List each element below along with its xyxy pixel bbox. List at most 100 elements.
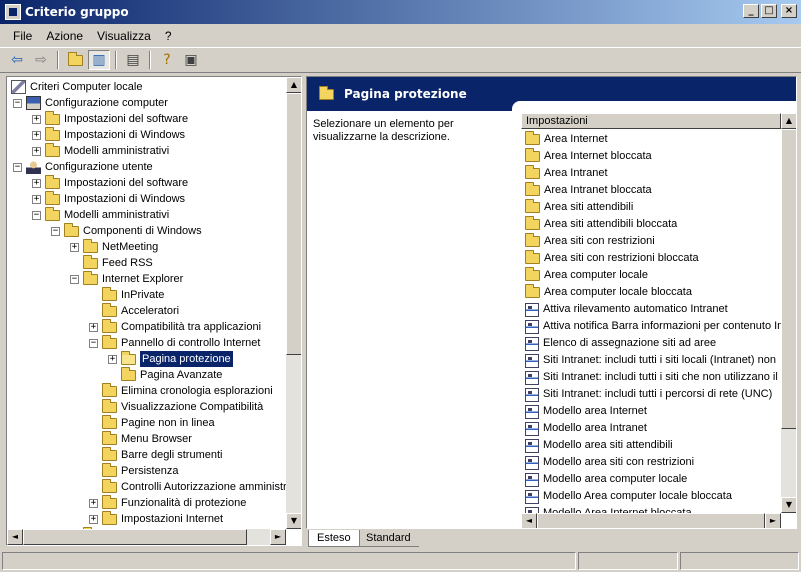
tree-node[interactable]: + Funzionalità di protezione bbox=[89, 494, 246, 511]
tree-node[interactable]: Controlli Autorizzazione amministr bbox=[89, 478, 287, 495]
tree-node[interactable]: − Componenti di Windows bbox=[51, 222, 202, 239]
scroll-up-button[interactable]: ▲ bbox=[286, 77, 301, 93]
expand-icon[interactable]: + bbox=[108, 354, 117, 364]
list-item[interactable]: Area siti con restrizioni bloccata bbox=[525, 250, 699, 267]
export-list-icon[interactable]: ▤ bbox=[122, 50, 144, 70]
collapse-icon[interactable]: − bbox=[13, 162, 22, 172]
up-folder-icon[interactable] bbox=[64, 50, 86, 70]
collapse-icon[interactable]: − bbox=[70, 274, 79, 284]
tree-node[interactable]: Acceleratori bbox=[89, 302, 179, 319]
scroll-left-button[interactable]: ◄ bbox=[521, 513, 537, 528]
scroll-right-button[interactable]: ► bbox=[270, 529, 286, 545]
tree-node[interactable]: − Configurazione computer bbox=[13, 95, 168, 111]
list-item[interactable]: Area Intranet bloccata bbox=[525, 182, 652, 199]
list-vertical-scrollbar[interactable]: ▲ ▼ bbox=[781, 113, 796, 513]
policy-app-icon[interactable] bbox=[5, 4, 21, 20]
tree-node[interactable]: + Impostazioni di Windows bbox=[32, 190, 185, 207]
show-action-pane-icon[interactable]: ▣ bbox=[180, 50, 202, 70]
expand-icon[interactable]: + bbox=[32, 194, 41, 204]
tree-node[interactable]: + Pagina protezione bbox=[108, 350, 234, 368]
console-tree[interactable]: Criteri Computer locale − Configurazione c… bbox=[6, 76, 302, 546]
tree-horizontal-scrollbar[interactable]: ◄ ► bbox=[7, 529, 286, 545]
tree-node[interactable]: + Compatibilità tra applicazioni bbox=[89, 318, 261, 335]
list-item[interactable]: Elenco di assegnazione siti ad aree bbox=[525, 335, 716, 352]
expand-icon[interactable]: + bbox=[89, 514, 98, 524]
tree-node[interactable]: + Impostazioni del software bbox=[32, 110, 188, 127]
expand-icon[interactable]: + bbox=[70, 242, 79, 252]
tab-esteso[interactable]: Esteso bbox=[308, 530, 360, 547]
scroll-left-button[interactable]: ◄ bbox=[7, 529, 23, 545]
menu-help[interactable]: ? bbox=[158, 29, 179, 43]
scroll-thumb[interactable] bbox=[286, 93, 301, 355]
tree-node[interactable]: − Configurazione utente bbox=[13, 159, 153, 175]
tree-node[interactable]: Persistenza bbox=[89, 462, 178, 479]
list-item[interactable]: Area siti attendibili bloccata bbox=[525, 216, 677, 233]
tree-node[interactable]: Visualizzazione Compatibilità bbox=[89, 398, 263, 415]
list-item[interactable]: Area Intranet bbox=[525, 165, 608, 182]
menu-file[interactable]: File bbox=[6, 29, 39, 43]
scroll-up-button[interactable]: ▲ bbox=[781, 113, 796, 129]
list-item[interactable]: Modello area Intranet bbox=[525, 420, 647, 437]
list-item[interactable]: Area siti attendibili bbox=[525, 199, 633, 216]
menu-azione[interactable]: Azione bbox=[39, 29, 90, 43]
scroll-thumb[interactable] bbox=[23, 529, 247, 545]
tree-node[interactable]: Barre degli strumenti bbox=[89, 446, 223, 463]
collapse-icon[interactable]: − bbox=[51, 226, 60, 236]
tree-node[interactable]: + Impostazioni del software bbox=[32, 174, 188, 191]
expand-icon[interactable]: + bbox=[32, 114, 41, 124]
tree-node[interactable]: + Modelli amministrativi bbox=[32, 142, 169, 159]
list-item[interactable]: Area computer locale bloccata bbox=[525, 284, 692, 301]
list-item[interactable]: Attiva rilevamento automatico Intranet bbox=[525, 301, 728, 318]
collapse-icon[interactable]: − bbox=[32, 210, 41, 220]
expand-icon[interactable]: + bbox=[89, 498, 98, 508]
list-item[interactable]: Modello area computer locale bbox=[525, 471, 687, 488]
list-item[interactable]: Siti Intranet: includi tutti i siti loca… bbox=[525, 352, 776, 369]
help-icon[interactable]: ? bbox=[156, 50, 178, 70]
list-item[interactable]: Attiva notifica Barra informazioni per c… bbox=[525, 318, 783, 335]
tree-node[interactable]: Elimina cronologia esplorazioni bbox=[89, 382, 273, 399]
tree-node[interactable]: − Pannello di controllo Internet bbox=[89, 334, 260, 351]
expand-icon[interactable]: + bbox=[89, 322, 98, 332]
close-button[interactable]: × bbox=[781, 4, 797, 18]
expand-icon[interactable]: + bbox=[32, 130, 41, 140]
collapse-icon[interactable]: − bbox=[13, 98, 22, 108]
tree-node[interactable]: + Impostazioni di Windows bbox=[32, 126, 185, 143]
tree-node[interactable]: + Impostazioni Internet bbox=[89, 510, 223, 527]
tree-node[interactable]: + NetMeeting bbox=[70, 238, 158, 255]
tree-node[interactable]: Menu Browser bbox=[89, 430, 192, 447]
list-item[interactable]: Area Internet bloccata bbox=[525, 148, 652, 165]
settings-list[interactable]: Impostazioni Area Internet Area Internet … bbox=[521, 113, 796, 528]
tree-node[interactable]: − Internet Explorer bbox=[70, 270, 183, 287]
list-item[interactable]: Modello area siti attendibili bbox=[525, 437, 673, 454]
tree-node[interactable]: Criteri Computer locale bbox=[11, 79, 142, 95]
list-horizontal-scrollbar[interactable]: ◄ ► bbox=[521, 513, 781, 528]
scroll-down-button[interactable]: ▼ bbox=[781, 497, 796, 513]
tree-node[interactable]: Feed RSS bbox=[70, 254, 153, 271]
list-item[interactable]: Area Internet bbox=[525, 131, 608, 148]
minimize-button[interactable]: _ bbox=[743, 4, 759, 18]
scroll-thumb[interactable] bbox=[781, 129, 796, 429]
show-tree-icon[interactable]: ▥ bbox=[88, 50, 110, 70]
list-item[interactable]: Siti Intranet: includi tutti i siti che … bbox=[525, 369, 786, 386]
column-header-impostazioni[interactable]: Impostazioni bbox=[521, 113, 781, 129]
list-item[interactable]: Modello area Internet bbox=[525, 403, 647, 420]
scroll-thumb[interactable] bbox=[537, 513, 765, 528]
expand-icon[interactable]: + bbox=[32, 146, 41, 156]
forward-arrow-icon[interactable]: ⇨ bbox=[30, 50, 52, 70]
tree-node[interactable]: Pagina Avanzate bbox=[108, 366, 222, 383]
list-item[interactable]: Area computer locale bbox=[525, 267, 648, 284]
menu-visualizza[interactable]: Visualizza bbox=[90, 29, 158, 43]
collapse-icon[interactable]: − bbox=[89, 338, 98, 348]
maximize-button[interactable]: □ bbox=[761, 4, 777, 18]
back-arrow-icon[interactable]: ⇦ bbox=[6, 50, 28, 70]
tree-node[interactable]: − Modelli amministrativi bbox=[32, 206, 169, 223]
list-item[interactable]: Siti Intranet: includi tutti i percorsi … bbox=[525, 386, 772, 403]
tree-node[interactable]: InPrivate bbox=[89, 286, 164, 303]
list-item[interactable]: Modello area siti con restrizioni bbox=[525, 454, 694, 471]
list-item[interactable]: Area siti con restrizioni bbox=[525, 233, 655, 250]
expand-icon[interactable]: + bbox=[32, 178, 41, 188]
tree-node[interactable]: Pagine non in linea bbox=[89, 414, 215, 431]
scroll-right-button[interactable]: ► bbox=[765, 513, 781, 528]
list-item[interactable]: Modello Area computer locale bloccata bbox=[525, 488, 732, 505]
tree-vertical-scrollbar[interactable]: ▲ ▼ bbox=[286, 77, 301, 529]
